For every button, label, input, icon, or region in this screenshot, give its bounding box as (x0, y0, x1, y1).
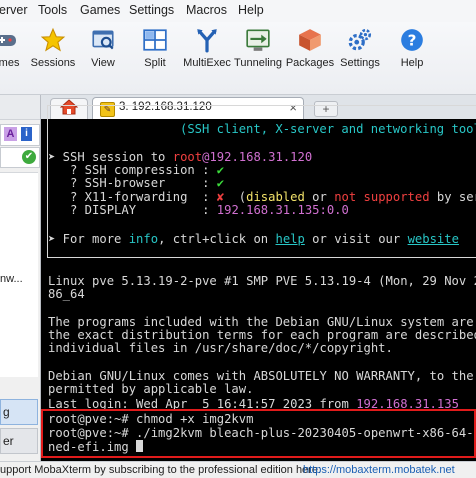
sidebar-session-tree: nw... (0, 172, 38, 377)
toolbar-label: Split (144, 57, 166, 69)
toolbar-games-button[interactable]: ames (0, 27, 20, 87)
toolbar-tunneling-button[interactable]: Tunneling (234, 27, 282, 87)
terminal-output-line: permitted by applicable law. (48, 382, 254, 396)
split-icon (142, 27, 168, 53)
menu-settings[interactable]: Settings (129, 3, 174, 17)
sidebar-bottom-button-1[interactable]: g (0, 399, 38, 425)
terminal-output-line: individual files in /usr/share/doc/*/cop… (48, 341, 393, 355)
menu-macros[interactable]: Macros (186, 3, 227, 17)
toolbar-label: MultiExec (183, 57, 231, 69)
toolbar-multiexec-button[interactable]: MultiExec (183, 27, 231, 87)
menu-tools[interactable]: Tools (38, 3, 67, 17)
status-link[interactable]: https://mobaxterm.mobatek.net (303, 464, 455, 476)
toolbar-label: Tunneling (234, 57, 282, 69)
terminal-output-line: Linux pve 5.13.19-2-pve #1 SMP PVE 5.13.… (48, 274, 476, 288)
toolbar-label: Settings (340, 57, 380, 69)
sidebar-bottom-button-2[interactable]: er (0, 428, 38, 454)
view-icon (90, 27, 116, 53)
welcome-box-border (47, 105, 476, 258)
packages-icon (297, 27, 323, 53)
toolbar-label: Packages (285, 57, 335, 69)
info-icon: i (21, 127, 32, 141)
menu-games[interactable]: Games (80, 3, 120, 17)
toolbar-label: ames (0, 57, 20, 69)
highlight-annotation-box (41, 409, 476, 458)
multiexec-fork-icon (194, 27, 220, 53)
sidebar-filter-field[interactable]: ✔ (0, 147, 40, 168)
menu-help[interactable]: Help (238, 3, 264, 17)
toolbar-sessions-button[interactable]: Sessions (30, 27, 76, 87)
font-icon: A (4, 127, 17, 141)
check-circle-icon: ✔ (22, 150, 36, 164)
svg-text:?: ? (408, 31, 417, 49)
status-text: upport MobaXterm by subscribing to the p… (0, 464, 322, 476)
star-icon (40, 27, 66, 53)
menu-server[interactable]: erver (0, 3, 27, 17)
games-icon (0, 27, 19, 53)
toolbar-label: View (91, 57, 115, 69)
toolbar-view-button[interactable]: View (88, 27, 118, 87)
help-question-icon: ? (399, 27, 425, 53)
gears-icon (347, 27, 373, 53)
toolbar-split-button[interactable]: Split (140, 27, 170, 87)
sidebar-search-field[interactable]: A i (0, 124, 40, 146)
sidebar-header (0, 95, 40, 120)
toolbar-help-button[interactable]: ? Help (398, 27, 426, 87)
toolbar-label: Help (400, 57, 424, 69)
terminal-output-line: 86_64 (48, 287, 85, 301)
toolbar-settings-button[interactable]: Settings (340, 27, 380, 87)
session-tree-item[interactable]: nw... (0, 273, 38, 285)
toolbar-packages-button[interactable]: Packages (285, 27, 335, 87)
toolbar-label: Sessions (30, 57, 76, 69)
status-bar: upport MobaXterm by subscribing to the p… (0, 461, 476, 478)
menu-bar: erver Tools Games Settings Macros Help (0, 0, 476, 23)
tunneling-icon (245, 27, 271, 53)
